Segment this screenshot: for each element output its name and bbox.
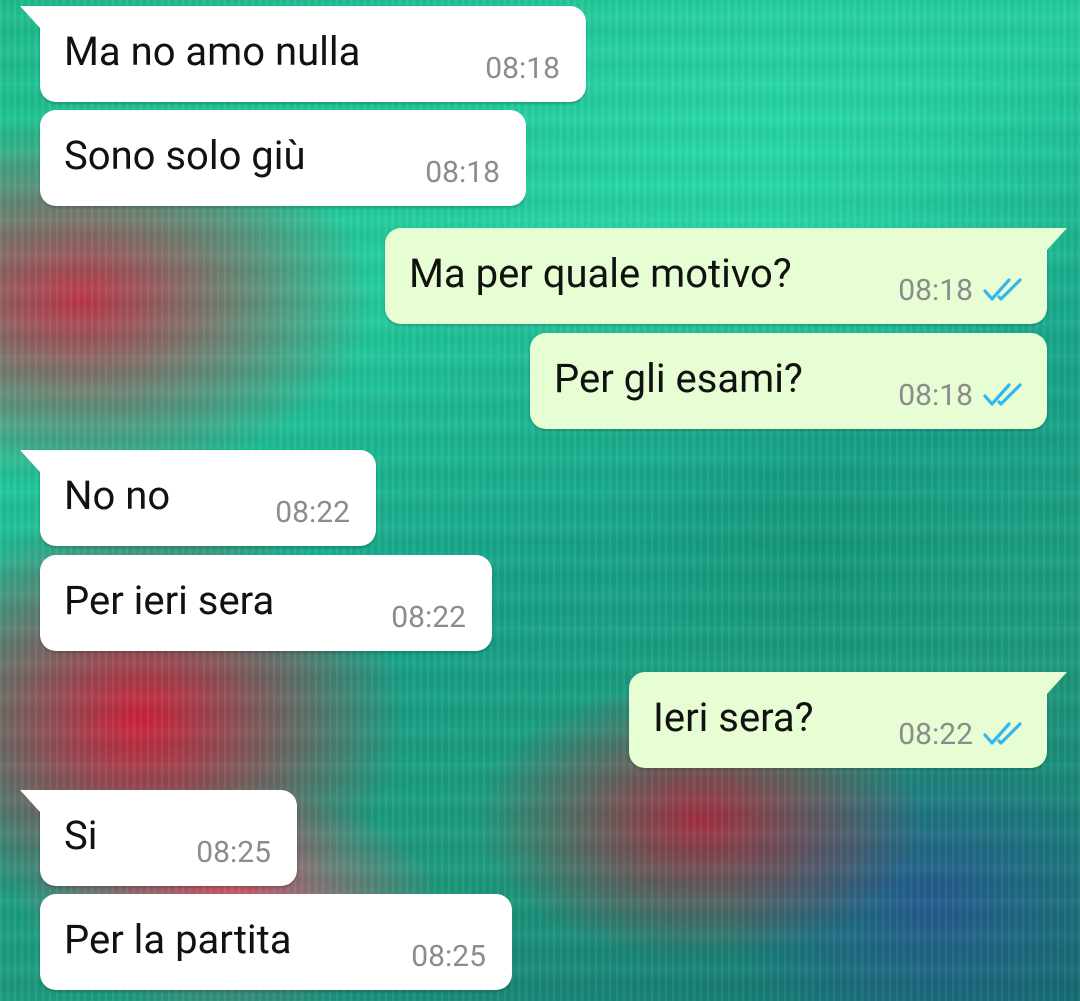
message-time: 08:25 [411,939,486,974]
message-text: Per gli esami? [554,355,803,402]
bubble-tail [1047,672,1067,694]
double-check-icon [983,278,1022,301]
message-time: 08:18 [485,51,560,86]
message-text: Ieri sera? [653,694,814,741]
message-time: 08:25 [196,835,271,870]
message-bubble-incoming[interactable]: Sono solo giù 08:18 [40,110,526,206]
message-bubble-incoming[interactable]: No no 08:22 [20,450,376,546]
bubble-tail [20,6,40,28]
message-time: 08:18 [898,273,973,308]
message-bubble-incoming[interactable]: Per ieri sera 08:22 [40,555,492,651]
message-text: Ma per quale motivo? [409,250,792,297]
double-check-icon [983,383,1022,406]
bubble-tail [20,450,40,472]
message-text: Si [64,812,98,859]
message-time: 08:18 [425,155,500,190]
double-check-icon [983,722,1022,745]
message-time: 08:18 [898,378,973,413]
message-bubble-outgoing[interactable]: Ma per quale motivo? 08:18 [385,228,1067,324]
message-text: Ma no amo nulla [64,28,361,75]
message-text: Per la partita [64,916,292,963]
message-bubble-outgoing[interactable]: Per gli esami? 08:18 [530,333,1047,429]
message-bubble-incoming[interactable]: Si 08:25 [20,790,297,886]
message-time: 08:22 [898,717,973,752]
message-text: No no [64,472,171,519]
message-time: 08:22 [275,495,350,530]
message-text: Sono solo giù [64,132,306,179]
message-text: Per ieri sera [64,577,275,624]
message-bubble-incoming[interactable]: Ma no amo nulla 08:18 [20,6,586,102]
message-bubble-incoming[interactable]: Per la partita 08:25 [40,894,512,990]
bubble-tail [20,790,40,812]
message-bubble-outgoing[interactable]: Ieri sera? 08:22 [629,672,1067,768]
message-time: 08:22 [391,600,466,635]
bubble-tail [1047,228,1067,250]
